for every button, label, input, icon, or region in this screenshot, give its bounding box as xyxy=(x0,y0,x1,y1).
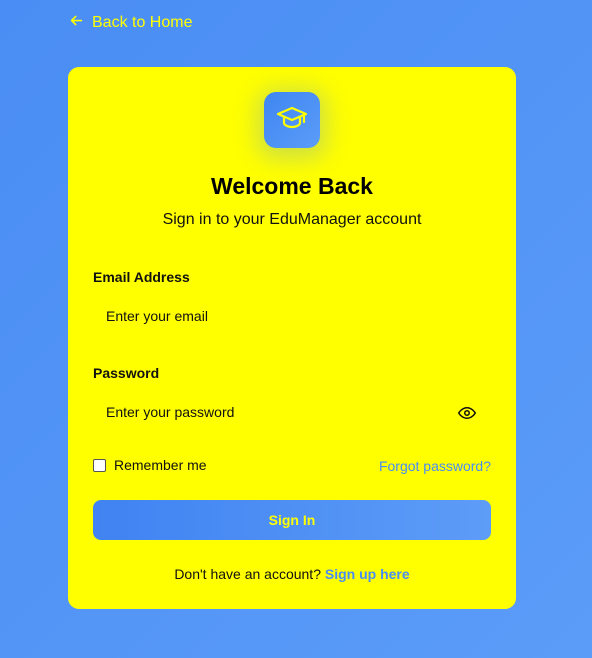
app-logo xyxy=(264,92,320,148)
email-field[interactable] xyxy=(93,298,491,334)
signup-prompt: Don't have an account? Sign up here xyxy=(68,566,516,582)
sign-up-link[interactable]: Sign up here xyxy=(325,566,410,582)
page-title: Welcome Back xyxy=(211,173,373,199)
back-to-home-label: Back to Home xyxy=(92,14,193,31)
remember-me-option[interactable]: Remember me xyxy=(93,457,207,473)
page-subtitle: Sign in to your EduManager account xyxy=(162,211,422,228)
login-card: Welcome Back Sign in to your EduManager … xyxy=(68,67,516,609)
password-label: Password xyxy=(93,365,160,381)
graduation-cap-icon xyxy=(276,102,308,139)
password-field[interactable] xyxy=(93,394,491,430)
back-to-home-link[interactable]: Back to Home xyxy=(70,14,192,32)
sign-in-button[interactable]: Sign In xyxy=(93,500,491,540)
remember-me-checkbox[interactable] xyxy=(93,458,106,472)
arrow-left-icon xyxy=(70,14,83,32)
eye-icon[interactable] xyxy=(457,404,477,422)
forgot-password-link[interactable]: Forgot password? xyxy=(379,458,491,474)
signup-prompt-text: Don't have an account? xyxy=(174,566,321,582)
email-label: Email Address xyxy=(93,269,190,285)
remember-me-label: Remember me xyxy=(114,457,207,473)
